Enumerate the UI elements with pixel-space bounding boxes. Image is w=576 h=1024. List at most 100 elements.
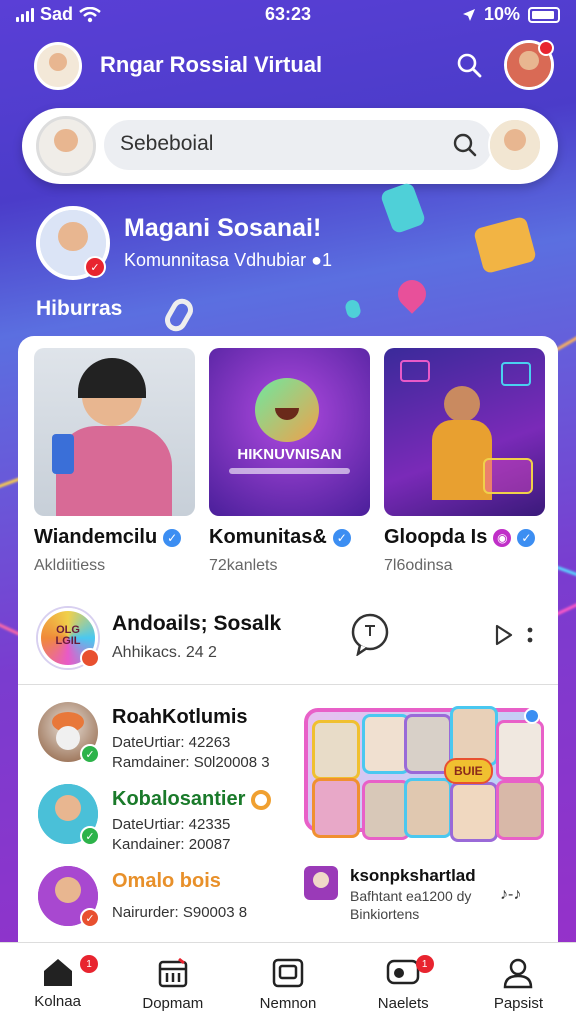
greeting-name: Magani Sosanai! bbox=[124, 214, 322, 242]
collage-photo bbox=[312, 720, 360, 780]
friend-avatar[interactable] bbox=[488, 118, 542, 172]
list-title: Kobalosantier bbox=[112, 788, 271, 811]
tile-subtitle: 7l6odinsa bbox=[384, 557, 453, 574]
playlist-item[interactable]: ksonpkshartlad Bafhtant ea1200 dy ♪-♪ Bi… bbox=[304, 866, 544, 926]
tile-banner: HIKNUVNISAN bbox=[237, 446, 342, 463]
nav-calendar[interactable]: Dopmam bbox=[115, 943, 230, 1024]
greeting-subtitle: Komunnitasa Vdhubiar ●1 bbox=[124, 250, 333, 270]
tile-image: HIKNUVNISAN bbox=[209, 348, 370, 516]
playlist-line: Bafhtant ea1200 dy bbox=[350, 888, 472, 904]
bottom-navigation: 1 Kolnaa Dopmam Nemnon 1 Naelets Papsist bbox=[0, 942, 576, 1024]
media-icon bbox=[272, 958, 304, 988]
collage-photo bbox=[450, 782, 498, 842]
divider bbox=[18, 684, 558, 685]
tile-subtitle: 72kanlets bbox=[209, 557, 278, 574]
collage-photo bbox=[362, 714, 410, 774]
floating-sticker bbox=[343, 298, 363, 320]
music-note-icon: ♪-♪ bbox=[500, 886, 522, 903]
verified-icon: ✓ bbox=[332, 528, 351, 547]
user-avatar[interactable]: .fa1::after{background:#6b4a3a} bbox=[34, 42, 82, 90]
collage-photo bbox=[496, 720, 544, 780]
tile-wiandemcilu[interactable]: Wiandemcilu ✓ Akldiitiess bbox=[34, 348, 195, 575]
link-icon bbox=[160, 294, 198, 336]
verified-icon: ✓ bbox=[80, 744, 100, 764]
floating-sticker bbox=[472, 215, 538, 275]
playlist-thumbnail bbox=[304, 866, 338, 900]
list-title-text: Kobalosantier bbox=[112, 788, 246, 810]
nav-label: Nemnon bbox=[259, 995, 317, 1012]
collage-photo bbox=[496, 780, 544, 840]
list-item[interactable]: ✓ Omalo bois Nairurder: S90003 8 bbox=[18, 866, 308, 936]
battery-icon bbox=[528, 6, 560, 23]
entertainment-tiles: Wiandemcilu ✓ Akldiitiess HIKNUVNISAN Ko… bbox=[34, 348, 545, 575]
notification-badge bbox=[538, 40, 554, 56]
community-title: Andoails; Sosalk bbox=[112, 612, 282, 635]
nav-badge: 1 bbox=[80, 955, 98, 973]
verified-icon: ✓ bbox=[80, 908, 100, 928]
chat-bubble-icon[interactable] bbox=[350, 612, 390, 656]
share-badge-icon bbox=[524, 708, 540, 724]
collage-photo bbox=[404, 778, 452, 838]
tag-icon: ◉ bbox=[493, 528, 512, 547]
home-icon bbox=[43, 959, 72, 986]
verified-icon: ✓ bbox=[517, 528, 536, 547]
playlist-title: ksonpkshartlad bbox=[350, 866, 476, 885]
search-icon bbox=[457, 53, 482, 78]
playlist-line: Binkiortens bbox=[350, 906, 420, 922]
app-header: .fa1::after{background:#6b4a3a} Rngar Ro… bbox=[0, 38, 576, 94]
tile-komunitas[interactable]: HIKNUVNISAN Komunitas& ✓ 72kanlets bbox=[209, 348, 370, 575]
list-item[interactable]: ✓ Kobalosantier DateUrtiar: 42335 Kandai… bbox=[18, 784, 308, 854]
search-icon[interactable] bbox=[452, 132, 478, 158]
more-options-icon[interactable] bbox=[526, 626, 534, 646]
section-title: Hiburras bbox=[36, 297, 123, 320]
list-line: DateUrtiar: 42335 bbox=[112, 816, 231, 833]
tile-name: Wiandemcilu bbox=[34, 526, 158, 548]
content-card: Wiandemcilu ✓ Akldiitiess HIKNUVNISAN Ko… bbox=[18, 336, 558, 1024]
search-button[interactable] bbox=[454, 50, 484, 80]
calendar-icon bbox=[158, 957, 188, 988]
list-item[interactable]: ✓ RoahKotlumis DateUrtiar: 42263 Ramdain… bbox=[18, 702, 308, 772]
location-pin-icon bbox=[392, 274, 432, 314]
nav-label: Kolnaa bbox=[34, 993, 81, 1010]
search-user-avatar[interactable] bbox=[36, 116, 96, 176]
nav-badge: 1 bbox=[415, 955, 434, 973]
list-line: Nairurder: S90003 8 bbox=[112, 904, 248, 921]
list-title: Omalo bois bbox=[112, 870, 221, 892]
nav-home[interactable]: 1 Kolnaa bbox=[0, 943, 115, 1024]
tile-image bbox=[384, 348, 545, 516]
list-line: Ramdainer: S0l20008 3 bbox=[112, 754, 270, 771]
location-arrow-icon bbox=[462, 8, 475, 21]
collage-sticker: BUIE bbox=[444, 758, 493, 784]
nav-chat[interactable]: 1 Naelets bbox=[346, 943, 461, 1024]
photo-collage[interactable]: BUIE bbox=[304, 698, 544, 842]
app-title: Rngar Rossial Virtual bbox=[100, 52, 323, 77]
floating-sticker bbox=[379, 181, 427, 235]
list-line: Kandainer: 20087 bbox=[112, 836, 231, 853]
profile-icon bbox=[504, 958, 533, 989]
nav-profile[interactable]: Papsist bbox=[461, 943, 576, 1024]
verified-icon: ✓ bbox=[163, 528, 182, 547]
nav-media[interactable]: Nemnon bbox=[230, 943, 345, 1024]
battery-percent: 10% bbox=[483, 4, 520, 24]
nav-label: Papsist bbox=[493, 995, 544, 1012]
play-icon[interactable] bbox=[494, 624, 514, 646]
search-input[interactable] bbox=[120, 132, 420, 156]
search-field bbox=[104, 120, 492, 170]
tile-image bbox=[34, 348, 195, 516]
tile-name: Komunitas& bbox=[209, 526, 327, 548]
greeting-badge: ✓ bbox=[84, 256, 106, 278]
community-row[interactable]: OLG LGIL Andoails; Sosalk Ahhikacs. 24 2 bbox=[18, 596, 558, 684]
status-bar: Sad 63:23 10% bbox=[0, 0, 576, 28]
status-ring-icon bbox=[250, 789, 271, 810]
collage-photo bbox=[450, 706, 498, 766]
community-badge bbox=[80, 648, 100, 668]
list-line: DateUrtiar: 42263 bbox=[112, 734, 231, 751]
logo-text: OLG LGIL bbox=[55, 624, 81, 647]
tile-name: Gloopda Is bbox=[384, 526, 488, 548]
search-bar bbox=[22, 108, 558, 184]
community-subtitle: Ahhikacs. 24 2 bbox=[112, 644, 217, 661]
tile-gloopda[interactable]: Gloopda Is ◉ ✓ 7l6odinsa bbox=[384, 348, 545, 575]
collage-photo bbox=[362, 780, 410, 840]
list-title: RoahKotlumis bbox=[112, 706, 248, 728]
nav-label: Dopmam bbox=[142, 995, 204, 1012]
